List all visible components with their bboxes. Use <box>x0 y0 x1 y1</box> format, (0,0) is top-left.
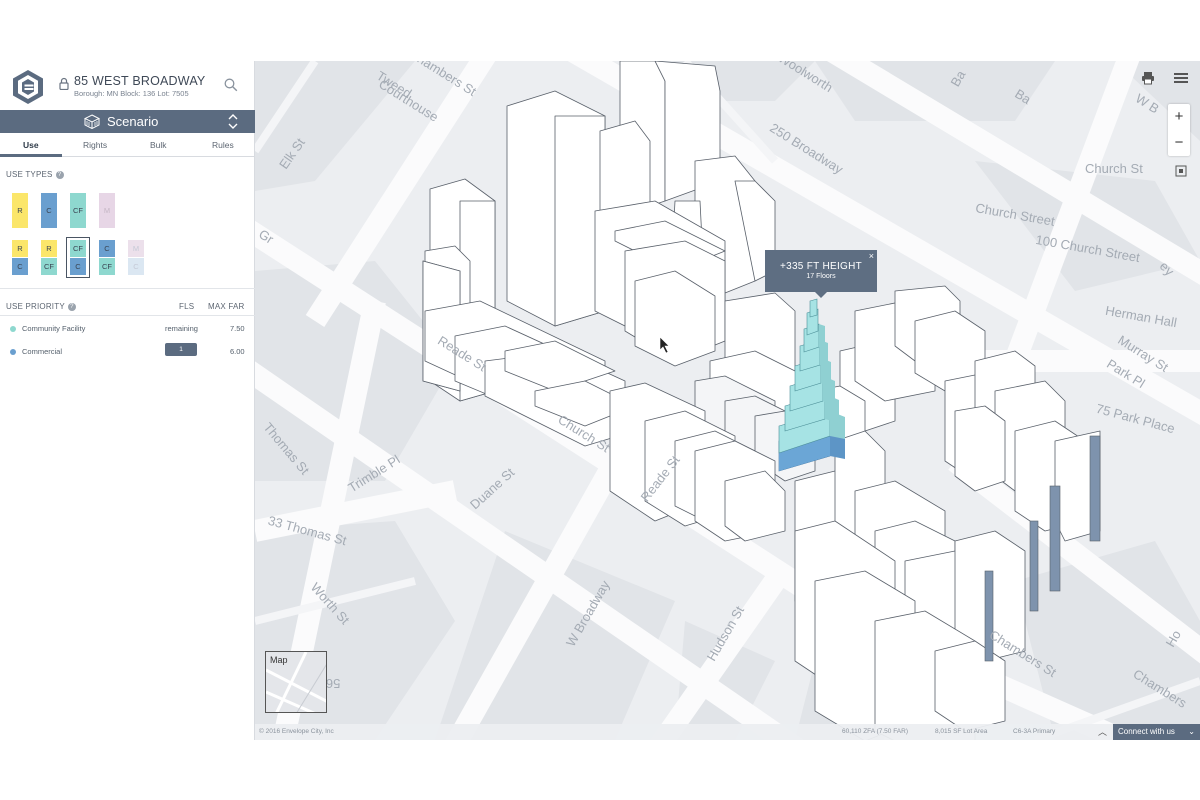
priority-row-community-facility[interactable]: Community Facility <box>10 324 85 333</box>
priority-far-value: 6.00 <box>230 347 245 356</box>
use-type-c-label: C <box>41 193 57 228</box>
help-icon[interactable]: ? <box>55 170 64 179</box>
zoom-in-button[interactable]: + <box>1168 104 1190 130</box>
minimap[interactable]: Map <box>265 651 327 713</box>
use-combo-c-cf[interactable]: C CF <box>99 240 115 275</box>
zoning-value: C6-3A Primary <box>1013 728 1056 735</box>
building-icon <box>84 114 100 129</box>
tab-bulk[interactable]: Bulk <box>150 140 167 150</box>
use-priority-title: USE PRIORITY <box>6 302 65 311</box>
combo-bottom-label: CF <box>41 258 57 275</box>
zfa-value: 60,110 ZFA (7.50 FAR) <box>842 728 908 735</box>
use-type-r-label: R <box>12 193 28 228</box>
priority-far-value: 7.50 <box>230 324 245 333</box>
fls-stepper-button[interactable]: 1 <box>165 343 197 356</box>
minimap-label: Map <box>270 655 288 665</box>
compass-icon[interactable] <box>1172 162 1190 180</box>
print-icon[interactable] <box>1139 69 1157 87</box>
tab-rules[interactable]: Rules <box>212 140 234 150</box>
tooltip-floors: 17 Floors <box>806 273 836 280</box>
sidebar: 85 WEST BROADWAY Borough: MN Block: 136 … <box>0 61 255 740</box>
app-window: 85 WEST BROADWAY Borough: MN Block: 136 … <box>0 61 1200 740</box>
lock-icon[interactable] <box>59 77 69 90</box>
zoom-out-button[interactable]: − <box>1168 130 1190 156</box>
use-type-r[interactable]: R <box>12 193 28 228</box>
tooltip-tail <box>815 292 827 298</box>
status-bar: © 2016 Envelope City, Inc 60,110 ZFA (7.… <box>255 724 1200 740</box>
menu-icon[interactable] <box>1172 69 1190 87</box>
use-combo-m-c[interactable]: M C <box>128 240 144 275</box>
use-type-c[interactable]: C <box>41 193 57 228</box>
search-icon[interactable] <box>224 78 238 92</box>
priority-name: Community Facility <box>22 324 86 333</box>
property-subtitle: Borough: MN Block: 136 Lot: 7505 <box>74 89 189 98</box>
combo-bottom-label: C <box>70 258 86 275</box>
combo-top-label: R <box>12 240 28 257</box>
connect-button[interactable]: Connect with us ⌄ <box>1113 724 1200 740</box>
combo-top-label: CF <box>70 240 86 257</box>
priority-name: Commercial <box>22 347 63 356</box>
use-combo-r-cf[interactable]: R CF <box>41 240 57 275</box>
envelope-logo-icon[interactable] <box>10 69 46 105</box>
chevron-down-icon: ⌄ <box>1188 727 1195 736</box>
use-combo-cf-c[interactable]: CF C <box>70 240 86 275</box>
combo-bottom-label: C <box>128 258 144 275</box>
use-type-m[interactable]: M <box>99 193 115 228</box>
section-divider <box>0 315 255 316</box>
combo-top-label: C <box>99 240 115 257</box>
use-combo-r-c[interactable]: R C <box>12 240 28 275</box>
map-3d-view[interactable]: Tweed Courthouse Chambers St Elk St Wool… <box>255 61 1200 740</box>
combo-top-label: R <box>41 240 57 257</box>
height-tooltip: × +335 FT HEIGHT 17 Floors <box>765 250 877 298</box>
use-priority-heading: USE PRIORITY? <box>6 302 76 311</box>
use-types-heading: USE TYPES? <box>6 170 64 179</box>
copyright-text: © 2016 Envelope City, Inc <box>259 728 334 735</box>
section-divider <box>0 288 255 289</box>
connect-label: Connect with us <box>1118 727 1175 736</box>
color-dot <box>10 349 16 356</box>
chevron-up-icon[interactable]: ︿ <box>1098 725 1107 738</box>
scenario-label: Scenario <box>107 114 159 129</box>
use-type-cf[interactable]: CF <box>70 193 86 228</box>
help-icon[interactable]: ? <box>67 302 76 311</box>
tab-rights[interactable]: Rights <box>83 140 107 150</box>
tooltip-height: +335 FT HEIGHT <box>779 261 863 272</box>
combo-bottom-label: CF <box>99 258 115 275</box>
chevron-updown-icon[interactable] <box>227 112 239 131</box>
street-label: Church St <box>1085 161 1143 176</box>
priority-row-commercial[interactable]: Commercial <box>10 347 62 356</box>
combo-top-label: M <box>128 240 144 257</box>
zoom-controls: + − <box>1168 104 1190 156</box>
use-types-title: USE TYPES <box>6 170 53 179</box>
scenario-selector[interactable]: Scenario <box>0 110 255 133</box>
tab-use[interactable]: Use <box>23 140 39 150</box>
use-type-cf-label: CF <box>70 193 86 228</box>
priority-fls-value: remaining <box>165 324 198 333</box>
fls-column-header: FLS <box>179 302 195 311</box>
color-dot <box>10 326 16 333</box>
use-type-m-label: M <box>99 193 115 228</box>
close-icon[interactable]: × <box>869 251 874 261</box>
property-address: 85 WEST BROADWAY <box>74 74 206 88</box>
active-tab-indicator <box>0 154 62 157</box>
combo-bottom-label: C <box>12 258 28 275</box>
lot-area-value: 8,015 SF Lot Area <box>935 728 988 735</box>
max-far-column-header: MAX FAR <box>208 302 245 311</box>
